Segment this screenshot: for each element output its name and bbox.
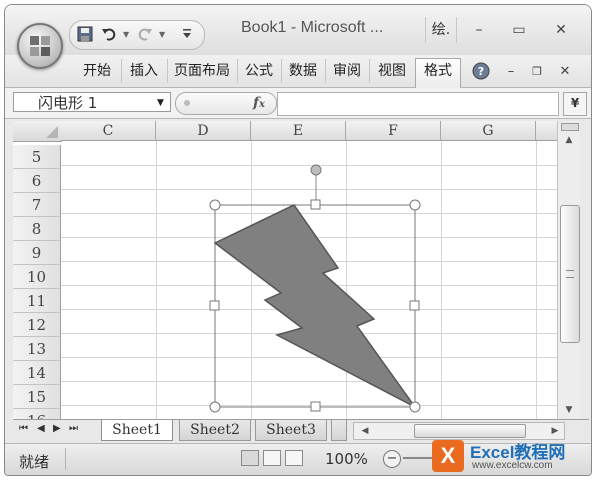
tab-format[interactable]: 格式: [415, 58, 461, 88]
formula-bar: 闪电形 1 ▼ fx ¥: [5, 88, 591, 119]
quick-access-toolbar: ▼ ▼: [75, 21, 193, 47]
first-sheet-icon[interactable]: ⏮: [19, 423, 28, 434]
redo-dropdown-icon: ▼: [159, 29, 166, 39]
ribbon-tabs: 开始 插入 页面布局 公式 数据 审阅 视图 格式 ? – ❐ ✕: [5, 55, 591, 88]
tab-insert[interactable]: 插入: [121, 59, 166, 83]
tab-view[interactable]: 视图: [369, 59, 414, 83]
scroll-up-icon[interactable]: ▲: [561, 133, 577, 147]
horizontal-scroll-thumb[interactable]: [414, 424, 526, 438]
close-button[interactable]: ✕: [547, 19, 575, 41]
thumb-grip-icon: [566, 270, 574, 278]
ribbon-restore-button[interactable]: ❐: [527, 62, 547, 82]
tab-data[interactable]: 数据: [281, 59, 324, 83]
office-button[interactable]: [17, 23, 63, 69]
function-icon[interactable]: fx: [253, 95, 265, 111]
excel-window: ▼ ▼ Book1 - Microsoft ... 绘. – ▭ ✕ 开始 插入…: [4, 4, 592, 476]
window-title: Book1 - Microsoft ...: [241, 19, 384, 36]
resize-handle-top-left[interactable]: [209, 199, 221, 211]
name-box[interactable]: 闪电形 1: [13, 92, 171, 112]
scroll-down-icon[interactable]: ▼: [561, 403, 577, 417]
sheet-tab-sheet2[interactable]: Sheet2: [179, 420, 251, 441]
next-sheet-icon[interactable]: ▶: [53, 423, 61, 434]
worksheet-grid[interactable]: C D E F G 5 6 7 8 9 10 11 12 13 14 15 16: [13, 121, 557, 419]
resize-handle-left[interactable]: [209, 300, 220, 311]
watermark-url: www.excelcw.com: [472, 460, 553, 471]
title-bar: ▼ ▼ Book1 - Microsoft ... 绘. – ▭ ✕: [5, 5, 591, 55]
name-box-dropdown-icon[interactable]: ▼: [157, 98, 164, 108]
vertical-scroll-thumb[interactable]: [560, 205, 580, 343]
status-separator: [65, 448, 236, 470]
save-icon[interactable]: [75, 24, 95, 44]
office-logo-icon: [30, 36, 50, 56]
undo-dropdown-icon[interactable]: ▼: [123, 30, 131, 39]
insert-sheet-tab[interactable]: [331, 420, 347, 441]
resize-handle-bottom-left[interactable]: [209, 401, 221, 413]
watermark: X Excel教程网 www.excelcw.com: [432, 438, 592, 478]
page-break-view-button[interactable]: [285, 450, 303, 466]
help-icon[interactable]: ?: [471, 62, 491, 82]
scroll-left-icon[interactable]: ◀: [358, 423, 372, 439]
undo-icon[interactable]: [99, 24, 119, 44]
split-box[interactable]: [561, 123, 579, 131]
svg-text:?: ?: [478, 65, 484, 78]
watermark-logo: X: [432, 440, 464, 472]
formula-input[interactable]: [277, 92, 559, 116]
scroll-right-icon[interactable]: ▶: [548, 423, 562, 439]
maximize-button[interactable]: ▭: [505, 19, 533, 41]
tab-page-layout[interactable]: 页面布局: [167, 59, 236, 83]
resize-handle-bottom-right[interactable]: [409, 401, 421, 413]
vertical-scrollbar[interactable]: ▲ ▼: [557, 121, 580, 419]
sheet-tab-sheet1[interactable]: Sheet1: [101, 420, 173, 441]
page-layout-view-button[interactable]: [263, 450, 281, 466]
resize-handle-top[interactable]: [310, 199, 321, 210]
tab-formulas[interactable]: 公式: [237, 59, 280, 83]
expand-formula-bar-button[interactable]: ¥: [563, 92, 587, 116]
redo-icon: [135, 24, 155, 44]
resize-handle-top-right[interactable]: [409, 199, 421, 211]
resize-handle-icon[interactable]: [180, 96, 194, 110]
customize-qat-icon[interactable]: [181, 24, 193, 44]
minimize-button[interactable]: –: [465, 19, 493, 41]
zoom-level[interactable]: 100%: [325, 450, 368, 468]
rotation-handle[interactable]: [310, 164, 322, 176]
zoom-out-button[interactable]: −: [383, 450, 401, 468]
sheet-tab-sheet3[interactable]: Sheet3: [255, 420, 327, 441]
status-ready: 就绪: [19, 453, 50, 471]
resize-handle-bottom[interactable]: [310, 401, 321, 412]
prev-sheet-icon[interactable]: ◀: [37, 423, 45, 434]
lightning-bolt-shape[interactable]: [213, 204, 416, 408]
lightning-bolt-shape-layer: [209, 164, 421, 413]
normal-view-button[interactable]: [241, 450, 259, 466]
ribbon-close-button[interactable]: ✕: [555, 62, 575, 82]
ribbon-minimize-button[interactable]: –: [501, 62, 521, 82]
resize-handle-right[interactable]: [409, 300, 420, 311]
drawing-tools-context-tab[interactable]: 绘.: [425, 17, 457, 43]
tab-home[interactable]: 开始: [75, 59, 119, 83]
tab-review[interactable]: 审阅: [325, 59, 368, 83]
last-sheet-icon[interactable]: ⏭: [69, 423, 78, 434]
